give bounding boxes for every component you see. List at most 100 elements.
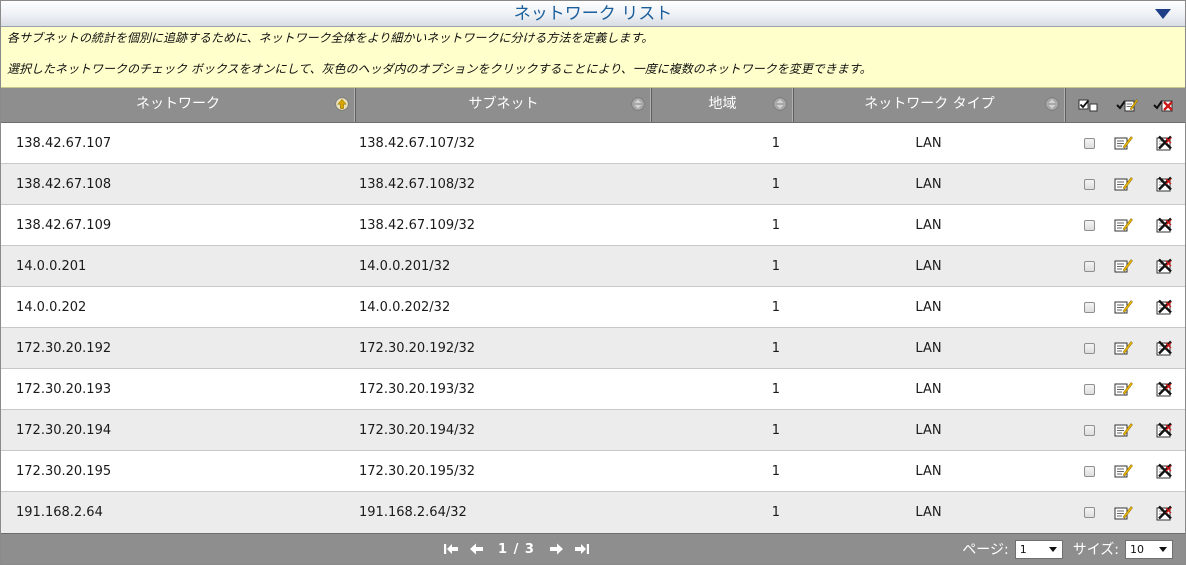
delete-icon[interactable] <box>1153 340 1175 356</box>
collapse-triangle-down-icon[interactable] <box>1155 9 1171 19</box>
table-row: 138.42.67.107 138.42.67.107/32 1 LAN <box>1 123 1185 164</box>
delete-icon[interactable] <box>1153 299 1175 315</box>
row-checkbox[interactable] <box>1084 301 1095 313</box>
page-label: ページ: <box>962 542 1009 558</box>
edit-icon[interactable] <box>1113 135 1135 151</box>
cell-network: 172.30.20.194 <box>16 422 112 438</box>
delete-icon[interactable] <box>1153 176 1175 192</box>
edit-icon[interactable] <box>1113 258 1135 274</box>
delete-icon[interactable] <box>1153 135 1175 151</box>
page-size-controls: ページ: 1 サイズ: 10 <box>962 534 1173 564</box>
delete-icon[interactable] <box>1153 463 1175 479</box>
table-row: 172.30.20.195 172.30.20.195/32 1 LAN <box>1 451 1185 492</box>
sort-neutral-icon[interactable] <box>773 97 787 111</box>
column-header-network-label: ネットワーク <box>136 96 220 112</box>
column-header-subnet[interactable]: サブネット <box>356 88 652 122</box>
cell-network: 191.168.2.64 <box>16 505 103 520</box>
cell-subnet: 138.42.67.108/32 <box>359 176 476 192</box>
row-checkbox[interactable] <box>1084 342 1095 354</box>
column-header-actions <box>1066 88 1185 122</box>
edit-icon[interactable] <box>1113 340 1135 356</box>
delete-icon[interactable] <box>1153 381 1175 397</box>
cell-network-type: LAN <box>915 340 942 356</box>
cell-subnet: 138.42.67.109/32 <box>359 217 476 233</box>
cell-subnet: 14.0.0.201/32 <box>359 258 451 274</box>
cell-region: 1 <box>771 340 780 356</box>
delete-icon[interactable] <box>1153 217 1175 233</box>
cell-actions <box>1066 505 1185 521</box>
cell-region: 1 <box>771 135 780 151</box>
cell-actions <box>1066 381 1185 397</box>
row-checkbox[interactable] <box>1084 137 1095 149</box>
column-header-region-label: 地域 <box>708 96 737 112</box>
row-checkbox[interactable] <box>1084 178 1095 190</box>
edit-icon[interactable] <box>1113 299 1135 315</box>
next-page-icon[interactable] <box>547 542 565 556</box>
size-select[interactable]: 10 <box>1125 539 1173 559</box>
cell-region: 1 <box>771 217 780 233</box>
row-checkbox[interactable] <box>1084 219 1095 231</box>
cell-network: 14.0.0.201 <box>16 258 87 274</box>
last-page-icon[interactable] <box>573 542 591 556</box>
cell-network: 138.42.67.107 <box>16 135 112 151</box>
edit-icon[interactable] <box>1113 505 1135 521</box>
column-header-network-type[interactable]: ネットワーク タイプ <box>794 88 1066 122</box>
sort-neutral-icon[interactable] <box>631 97 645 111</box>
cell-network-type: LAN <box>915 217 942 233</box>
cell-actions <box>1066 258 1185 274</box>
delete-icon[interactable] <box>1153 422 1175 438</box>
table-row: 172.30.20.194 172.30.20.194/32 1 LAN <box>1 410 1185 451</box>
cell-actions <box>1066 299 1185 315</box>
info-line-2: 選択したネットワークのチェック ボックスをオンにして、灰色のヘッダ内のオプション… <box>7 62 872 76</box>
cell-subnet: 172.30.20.194/32 <box>359 422 476 438</box>
select-all-checkbox-icon[interactable] <box>1078 97 1100 113</box>
cell-network: 138.42.67.108 <box>16 176 112 192</box>
table-row: 138.42.67.108 138.42.67.108/32 1 LAN <box>1 164 1185 205</box>
page-select-value: 1 <box>1019 542 1027 556</box>
row-checkbox[interactable] <box>1084 383 1095 395</box>
column-header-network-type-label: ネットワーク タイプ <box>864 96 995 112</box>
cell-network: 14.0.0.202 <box>16 299 87 315</box>
cell-network-type: LAN <box>915 258 942 274</box>
table-row: 14.0.0.201 14.0.0.201/32 1 LAN <box>1 246 1185 287</box>
chevron-down-icon <box>1048 546 1057 552</box>
row-checkbox[interactable] <box>1084 507 1095 518</box>
cell-network-type: LAN <box>915 422 942 438</box>
column-header-subnet-label: サブネット <box>468 96 539 112</box>
cell-region: 1 <box>771 258 780 274</box>
edit-icon[interactable] <box>1113 381 1135 397</box>
previous-page-icon[interactable] <box>468 542 486 556</box>
size-label: サイズ: <box>1072 542 1119 558</box>
page-select[interactable]: 1 <box>1014 539 1063 559</box>
chevron-down-icon <box>1159 546 1167 552</box>
panel-title: ネットワーク リスト <box>513 4 673 24</box>
sort-neutral-icon[interactable] <box>1045 97 1059 111</box>
delete-selected-icon[interactable] <box>1153 97 1175 113</box>
edit-icon[interactable] <box>1113 422 1135 438</box>
panel-titlebar: ネットワーク リスト <box>1 1 1185 27</box>
first-page-icon[interactable] <box>442 542 460 556</box>
delete-icon[interactable] <box>1153 505 1175 521</box>
info-box: 各サブネットの統計を個別に追跡するために、ネットワーク全体をより細かいネットワー… <box>1 27 1185 88</box>
cell-subnet: 172.30.20.195/32 <box>359 463 476 479</box>
cell-region: 1 <box>771 505 780 520</box>
cell-subnet: 172.30.20.193/32 <box>359 381 476 397</box>
row-checkbox[interactable] <box>1084 260 1095 272</box>
edit-icon[interactable] <box>1113 176 1135 192</box>
cell-network: 172.30.20.192 <box>16 340 112 356</box>
row-checkbox[interactable] <box>1084 465 1095 477</box>
cell-actions <box>1066 463 1185 479</box>
cell-subnet: 172.30.20.192/32 <box>359 340 476 356</box>
sort-ascending-icon[interactable] <box>335 97 349 111</box>
column-header-region[interactable]: 地域 <box>652 88 794 122</box>
delete-icon[interactable] <box>1153 258 1175 274</box>
cell-region: 1 <box>771 176 780 192</box>
info-line-1: 各サブネットの統計を個別に追跡するために、ネットワーク全体をより細かいネットワー… <box>7 31 654 45</box>
pagination: 1 / 3 <box>442 534 599 564</box>
edit-selected-icon[interactable] <box>1115 97 1138 113</box>
cell-network: 138.42.67.109 <box>16 217 112 233</box>
edit-icon[interactable] <box>1113 463 1135 479</box>
row-checkbox[interactable] <box>1084 424 1095 436</box>
column-header-network[interactable]: ネットワーク <box>1 88 356 122</box>
edit-icon[interactable] <box>1113 217 1135 233</box>
